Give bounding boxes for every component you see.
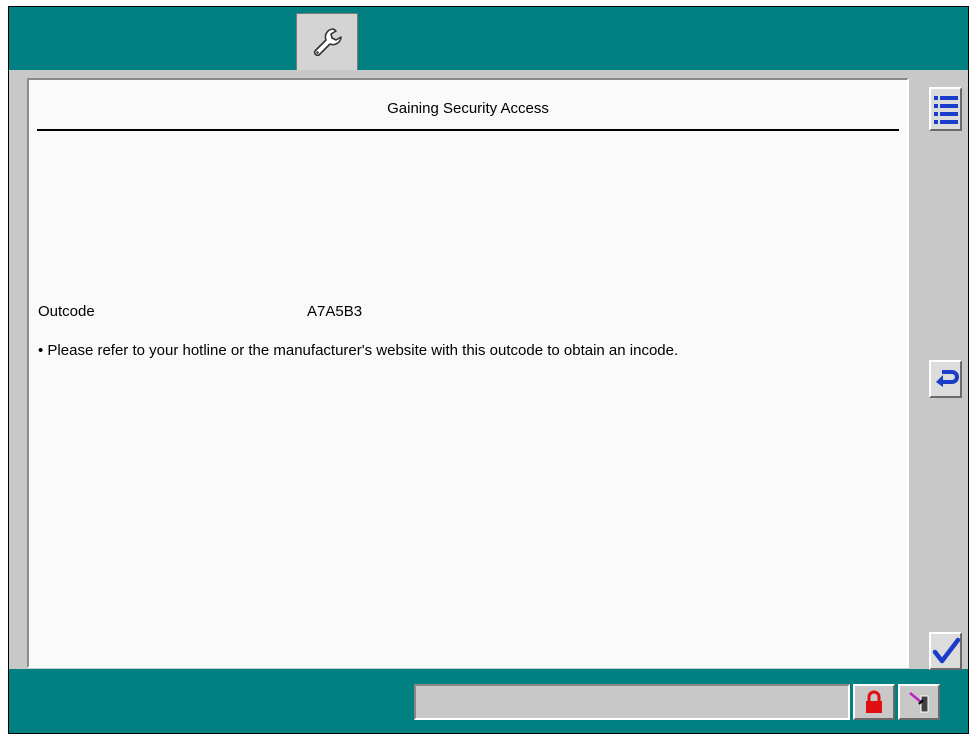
connection-indicator[interactable]	[898, 684, 940, 720]
checkmark-icon	[932, 637, 960, 664]
content-panel: Gaining Security Access Outcode A7A5B3 •…	[27, 78, 909, 668]
title-divider	[37, 129, 899, 131]
wrench-icon	[313, 27, 342, 56]
connection-icon	[909, 692, 929, 713]
security-lock-indicator[interactable]	[853, 684, 895, 720]
menu-list-icon	[933, 96, 958, 124]
status-field	[414, 684, 850, 720]
return-arrow-icon	[935, 370, 959, 387]
outcode-value: A7A5B3	[307, 303, 363, 320]
page-title: Gaining Security Access	[387, 100, 549, 117]
app-window: Gaining Security Access Outcode A7A5B3 •…	[8, 6, 969, 734]
lock-icon	[866, 690, 882, 713]
tab-tools[interactable]	[296, 13, 358, 71]
outcode-label: Outcode	[38, 303, 95, 320]
main-area: Gaining Security Access Outcode A7A5B3 •…	[9, 70, 968, 670]
confirm-button[interactable]	[929, 632, 962, 670]
back-button[interactable]	[929, 360, 962, 398]
instruction-text: • Please refer to your hotline or the ma…	[38, 342, 679, 359]
menu-button[interactable]	[929, 87, 962, 131]
